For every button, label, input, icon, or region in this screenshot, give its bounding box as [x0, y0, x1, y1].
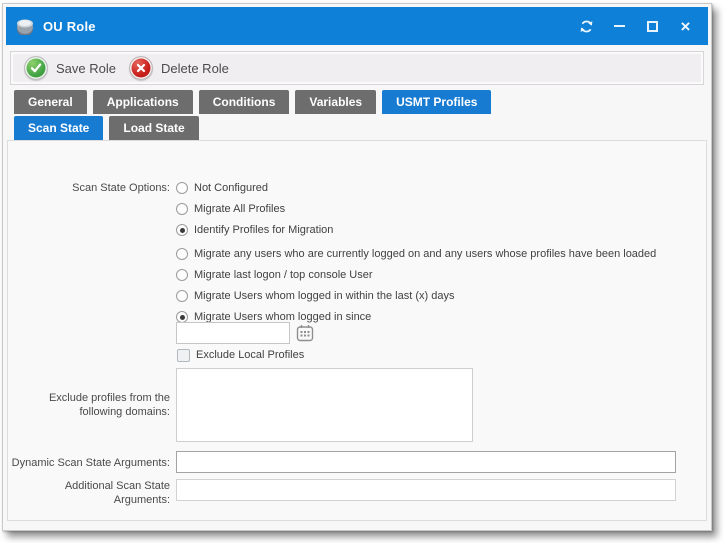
radio-not-configured[interactable] [176, 182, 188, 194]
toolbar: Save Role Delete Role [10, 51, 704, 85]
radio-label: Migrate last logon / top console User [194, 269, 373, 281]
save-check-icon [24, 56, 48, 80]
maximize-button[interactable] [636, 12, 669, 40]
app-icon [15, 17, 35, 35]
close-icon: × [681, 18, 691, 35]
refresh-button[interactable] [570, 12, 603, 40]
minimize-button[interactable] [603, 12, 636, 40]
dynamic-scan-state-arguments-input[interactable] [176, 451, 676, 473]
desktop-background: OU Role [0, 0, 724, 543]
delete-role-button[interactable]: Delete Role [129, 56, 229, 80]
sub-tabs: Scan State Load State [14, 116, 205, 140]
radio-row-last-x-days: Migrate Users whom logged in within the … [176, 289, 454, 303]
delete-role-label: Delete Role [161, 61, 229, 76]
save-role-button[interactable]: Save Role [24, 56, 116, 80]
radio-logged-in-last-x-days[interactable] [176, 290, 188, 302]
maximize-icon [647, 21, 658, 32]
exclude-domains-textarea[interactable] [176, 368, 473, 442]
radio-label: Identify Profiles for Migration [194, 224, 333, 236]
tab-applications[interactable]: Applications [93, 90, 193, 114]
radio-label: Migrate any users who are currently logg… [194, 248, 656, 260]
radio-row-not-configured: Not Configured [176, 181, 268, 195]
tab-conditions[interactable]: Conditions [199, 90, 290, 114]
exclude-local-profiles-row: Exclude Local Profiles [177, 348, 304, 362]
radio-row-migrate-logged-on: Migrate any users who are currently logg… [176, 247, 656, 261]
logged-in-since-date-input[interactable] [176, 322, 290, 344]
exclude-local-profiles-checkbox[interactable] [177, 349, 190, 362]
radio-migrate-logged-on-users[interactable] [176, 248, 188, 260]
scan-state-options-label: Scan State Options: [6, 181, 170, 195]
ou-role-window: OU Role [2, 3, 712, 531]
additional-scan-state-arguments-input[interactable] [176, 479, 676, 501]
tab-variables[interactable]: Variables [295, 90, 376, 114]
main-tabs: General Applications Conditions Variable… [14, 90, 497, 114]
tab-scan-state[interactable]: Scan State [14, 116, 103, 140]
radio-last-logon-user[interactable] [176, 269, 188, 281]
radio-label: Not Configured [194, 182, 268, 194]
save-role-label: Save Role [56, 61, 116, 76]
radio-label: Migrate All Profiles [194, 203, 285, 215]
delete-x-icon [129, 56, 153, 80]
window-controls: × [570, 7, 702, 45]
radio-row-last-logon: Migrate last logon / top console User [176, 268, 373, 282]
tab-load-state[interactable]: Load State [109, 116, 198, 140]
exclude-domains-label: Exclude profiles from the following doma… [6, 391, 170, 419]
exclude-local-profiles-label: Exclude Local Profiles [196, 349, 304, 361]
titlebar[interactable]: OU Role [6, 7, 708, 45]
close-button[interactable]: × [669, 12, 702, 40]
radio-label: Migrate Users whom logged in within the … [194, 290, 454, 302]
additional-args-label: Additional Scan State Arguments: [6, 479, 170, 507]
radio-row-identify-profiles: Identify Profiles for Migration [176, 223, 333, 237]
radio-row-migrate-all: Migrate All Profiles [176, 202, 285, 216]
window-title: OU Role [43, 19, 96, 34]
minimize-icon [614, 25, 625, 27]
tab-usmt-profiles[interactable]: USMT Profiles [382, 90, 491, 114]
radio-migrate-all-profiles[interactable] [176, 203, 188, 215]
calendar-icon[interactable] [296, 324, 314, 342]
refresh-icon [579, 19, 594, 34]
radio-identify-profiles[interactable] [176, 224, 188, 236]
tab-general[interactable]: General [14, 90, 87, 114]
dynamic-args-label: Dynamic Scan State Arguments: [6, 456, 170, 470]
